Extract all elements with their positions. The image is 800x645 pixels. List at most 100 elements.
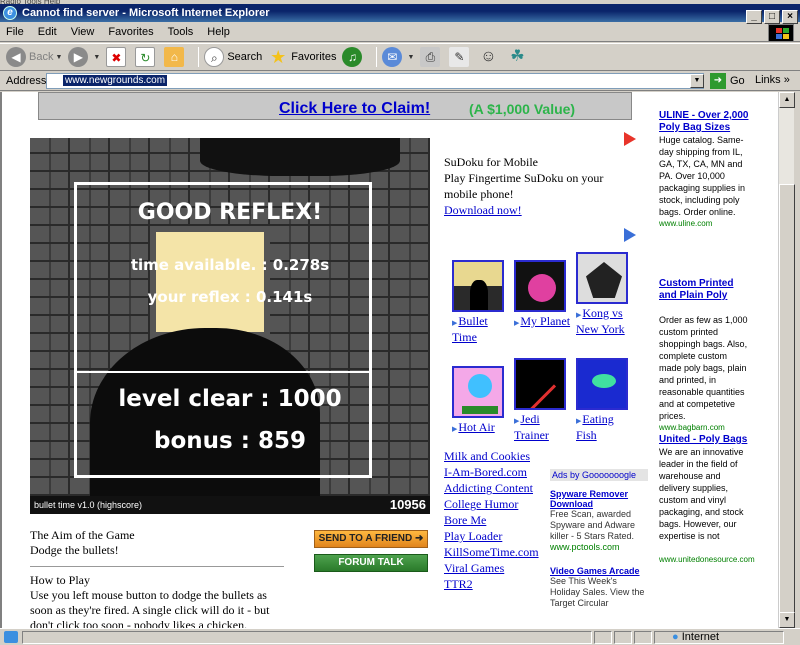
side-ad-url[interactable]: www.uline.com bbox=[659, 218, 751, 230]
menu-edit[interactable]: Edit bbox=[38, 26, 57, 38]
send-to-friend-button[interactable]: SEND TO A FRIEND ➜ bbox=[314, 530, 428, 548]
scroll-up-button[interactable]: ▲ bbox=[779, 92, 795, 108]
aim-heading: The Aim of the Game bbox=[30, 528, 135, 542]
internet-zone: ● Internet bbox=[672, 631, 720, 643]
game-description: The Aim of the Game Dodge the bullets! H… bbox=[30, 528, 284, 628]
toolbar: ◀ Back ▼ ▶ ▼ ✖ ↻ ⌂ ⌕ Search ★ Favorites ♫ … bbox=[0, 43, 800, 71]
toolbar-separator bbox=[198, 47, 200, 67]
side-ad-description: We are an innovative leader in the field… bbox=[659, 447, 744, 541]
stop-icon: ✖ bbox=[106, 47, 127, 67]
link-i-am-bored[interactable]: I-Am-Bored.com bbox=[444, 464, 554, 480]
divider bbox=[30, 566, 284, 567]
link-play-loader[interactable]: Play Loader bbox=[444, 528, 554, 544]
refresh-icon: ↻ bbox=[135, 47, 156, 67]
research-icon: ☘ bbox=[510, 48, 525, 65]
mail-button[interactable]: ✉ ▼ bbox=[382, 47, 414, 67]
link-viral-games[interactable]: Viral Games bbox=[444, 560, 554, 576]
trees-silhouette bbox=[200, 138, 400, 176]
address-label: Address bbox=[6, 74, 47, 87]
search-button[interactable]: ⌕ Search bbox=[204, 47, 262, 67]
kong-thumbnail bbox=[576, 252, 628, 304]
results-divider bbox=[77, 371, 369, 373]
media-icon: ♫ bbox=[342, 47, 363, 67]
sudoku-title: SuDoku for Mobile bbox=[444, 155, 538, 169]
menu-bar: File Edit View Favorites Tools Help bbox=[0, 22, 800, 42]
link-bore-me[interactable]: Bore Me bbox=[444, 512, 554, 528]
bonus: bonus : 859 bbox=[154, 428, 306, 454]
stop-button[interactable]: ✖ bbox=[106, 47, 129, 67]
thumb-hot-air[interactable]: Hot Air bbox=[452, 366, 512, 436]
thumb-kong-vs-new-york[interactable]: Kong vs New York bbox=[576, 252, 636, 336]
go-button[interactable]: ➜ Go bbox=[710, 73, 745, 89]
your-reflex: your reflex : 0.141s bbox=[147, 288, 313, 306]
vertical-scrollbar[interactable]: ▲ ▼ bbox=[778, 92, 795, 634]
side-ad-title[interactable]: ULINE - Over 2,000 Poly Bag Sizes bbox=[659, 110, 751, 134]
side-ad-title[interactable]: United - Poly Bags bbox=[659, 434, 751, 446]
claim-value: (A $1,000 Value) bbox=[469, 101, 576, 117]
thumb-jedi-trainer[interactable]: Jedi Trainer bbox=[514, 358, 574, 442]
ad-title[interactable]: Video Games Arcade bbox=[550, 566, 648, 576]
favorites-button[interactable]: ★ Favorites bbox=[268, 47, 336, 67]
howto-heading: How to Play bbox=[30, 573, 90, 587]
link-milk-and-cookies[interactable]: Milk and Cookies bbox=[444, 448, 554, 464]
forward-button[interactable]: ▶ ▼ bbox=[68, 47, 100, 67]
sudoku-download-link[interactable]: Download now! bbox=[444, 202, 624, 218]
address-dropdown-button[interactable]: ▼ bbox=[690, 74, 704, 88]
ad-title[interactable]: Spyware Remover Download bbox=[550, 489, 648, 509]
bullet-time-thumbnail bbox=[452, 260, 504, 312]
side-ad-description: Order as few as 1,000 custom printed sho… bbox=[659, 315, 748, 421]
scroll-thumb[interactable] bbox=[779, 184, 795, 634]
print-button[interactable]: ⎙ bbox=[420, 47, 443, 67]
messenger-button[interactable]: ☺ bbox=[478, 47, 501, 67]
game-footer: bullet time v1.0 (highscore) 10956 bbox=[30, 496, 430, 514]
thumb-my-planet[interactable]: My Planet bbox=[514, 260, 574, 330]
link-killsometime[interactable]: KillSomeTime.com bbox=[444, 544, 554, 560]
thumb-bullet-time[interactable]: Bullet Time bbox=[452, 260, 512, 344]
status-cell bbox=[594, 631, 612, 644]
address-bar: Address www.newgrounds.com ▼ ➜ Go Links … bbox=[0, 71, 800, 91]
edit-button[interactable]: ✎ bbox=[449, 47, 472, 67]
page-viewport: Click Here to Claim! (A $1,000 Value) GO… bbox=[0, 92, 778, 628]
forum-talk-button[interactable]: FORUM TALK bbox=[314, 554, 428, 572]
games-link-list: Milk and Cookies I-Am-Bored.com Addictin… bbox=[444, 448, 554, 592]
ads-by-google-header[interactable]: Ads by Gooooooogle bbox=[550, 469, 648, 481]
game-canvas[interactable]: GOOD REFLEX! time available. : 0.278s yo… bbox=[30, 138, 430, 514]
window-title: Cannot find server - Microsoft Internet … bbox=[22, 7, 270, 19]
link-ttr2[interactable]: TTR2 bbox=[444, 576, 554, 592]
back-arrow-icon: ◀ bbox=[6, 47, 26, 67]
menu-favorites[interactable]: Favorites bbox=[108, 26, 153, 38]
status-bar: ● Internet bbox=[0, 628, 800, 645]
scroll-down-button[interactable]: ▼ bbox=[779, 612, 795, 628]
refresh-button[interactable]: ↻ bbox=[135, 47, 158, 67]
home-button[interactable]: ⌂ bbox=[164, 47, 187, 67]
address-input[interactable]: www.newgrounds.com bbox=[46, 73, 704, 89]
status-cell bbox=[634, 631, 652, 644]
links-button[interactable]: Links » bbox=[755, 74, 790, 86]
claim-link[interactable]: Click Here to Claim! bbox=[279, 100, 430, 118]
link-college-humor[interactable]: College Humor bbox=[444, 496, 554, 512]
search-icon: ⌕ bbox=[204, 47, 225, 67]
windows-logo-icon bbox=[768, 24, 794, 42]
menu-help[interactable]: Help bbox=[207, 26, 230, 38]
thumb-eating-fish[interactable]: Eating Fish bbox=[576, 358, 636, 442]
ad-url[interactable]: www.pctools.com bbox=[550, 542, 648, 552]
research-button[interactable]: ☘ bbox=[507, 47, 530, 67]
back-button[interactable]: ◀ Back ▼ bbox=[6, 47, 62, 67]
aim-text: Dodge the bullets! bbox=[30, 543, 119, 557]
menu-view[interactable]: View bbox=[71, 26, 95, 38]
menu-file[interactable]: File bbox=[6, 26, 24, 38]
globe-icon: ● bbox=[672, 631, 679, 643]
my-planet-thumbnail bbox=[514, 260, 566, 312]
jedi-trainer-thumbnail bbox=[514, 358, 566, 410]
toolbar-separator bbox=[376, 47, 378, 67]
top-banner-ad[interactable]: Click Here to Claim! (A $1,000 Value) bbox=[38, 92, 632, 120]
link-addicting-content[interactable]: Addicting Content bbox=[444, 480, 554, 496]
media-button[interactable]: ♫ bbox=[342, 47, 365, 67]
level-clear: level clear : 1000 bbox=[118, 386, 342, 412]
side-ads: ULINE - Over 2,000 Poly Bag Sizes Huge c… bbox=[659, 110, 755, 566]
side-ad-title[interactable]: Custom Printed and Plain Poly bbox=[659, 278, 751, 302]
menu-tools[interactable]: Tools bbox=[168, 26, 194, 38]
side-ad-description: Huge catalog. Same-day shipping from IL,… bbox=[659, 135, 746, 217]
side-ad-url[interactable]: www.bagbarn.com bbox=[659, 422, 751, 434]
side-ad-url[interactable]: www.unitedonesource.com bbox=[659, 554, 755, 566]
